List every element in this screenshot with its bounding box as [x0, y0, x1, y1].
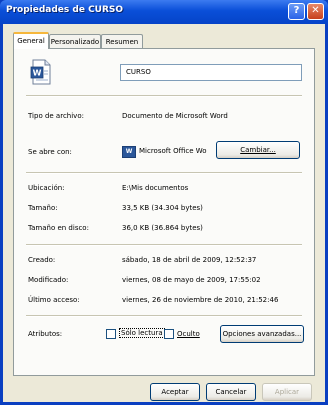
file-type-label: Tipo de archivo: [28, 112, 84, 120]
separator [26, 315, 302, 317]
location-label: Ubicación: [28, 184, 65, 192]
modified-label: Modificado: [28, 276, 69, 284]
attributes-label: Atributos: [28, 330, 63, 338]
size-value: 33,5 KB (34.304 bytes) [122, 204, 203, 212]
readonly-checkbox[interactable] [106, 329, 116, 339]
accept-button[interactable]: Aceptar [150, 383, 200, 401]
title-bar[interactable]: Propiedades de CURSO ? ✕ [0, 0, 328, 24]
file-type-value: Documento de Microsoft Word [122, 112, 228, 120]
tab-general[interactable]: General [13, 32, 49, 49]
separator [26, 172, 302, 174]
help-icon[interactable]: ? [288, 3, 305, 20]
accessed-value: viernes, 26 de noviembre de 2010, 21:52:… [122, 296, 279, 304]
separator [26, 95, 302, 97]
advanced-options-button[interactable]: Opciones avanzadas... [220, 325, 304, 343]
cancel-button[interactable]: Cancelar [206, 383, 256, 401]
word-document-icon: W [30, 59, 51, 85]
readonly-label[interactable]: Sólo lectura [119, 328, 165, 338]
location-value: E:\Mis documentos [122, 184, 189, 192]
properties-dialog: Propiedades de CURSO ? ✕ General Persona… [0, 0, 328, 405]
window-title: Propiedades de CURSO [6, 5, 124, 15]
accessed-label: Último acceso: [28, 296, 80, 304]
hidden-checkbox[interactable] [164, 329, 174, 339]
change-button-label: Cambiar... [240, 146, 276, 154]
opens-with-label: Se abre con: [28, 148, 72, 156]
disk-size-value: 36,0 KB (36.864 bytes) [122, 224, 203, 232]
change-button[interactable]: Cambiar... [216, 141, 300, 159]
disk-size-label: Tamaño en disco: [28, 224, 89, 232]
created-value: sábado, 18 de abril de 2009, 12:52:37 [122, 256, 257, 264]
modified-value: viernes, 08 de mayo de 2009, 17:55:02 [122, 276, 261, 284]
svg-text:W: W [33, 69, 42, 78]
size-label: Tamaño: [28, 204, 58, 212]
opens-with-value: Microsoft Office Wo [139, 147, 207, 155]
general-panel: W CURSO Tipo de archivo: Documento de Mi… [13, 48, 315, 376]
dialog-client-area: General Personalizado Resumen W CURSO Ti… [3, 24, 325, 402]
tab-personalizado[interactable]: Personalizado [49, 34, 101, 48]
tab-resumen[interactable]: Resumen [101, 34, 143, 48]
created-label: Creado: [28, 256, 56, 264]
word-app-icon: W [122, 146, 136, 158]
file-name-field[interactable]: CURSO [120, 64, 302, 81]
hidden-label[interactable]: Oculto [177, 330, 200, 338]
close-icon[interactable]: ✕ [307, 3, 324, 20]
apply-button[interactable]: Aplicar [262, 383, 312, 401]
separator [26, 244, 302, 246]
